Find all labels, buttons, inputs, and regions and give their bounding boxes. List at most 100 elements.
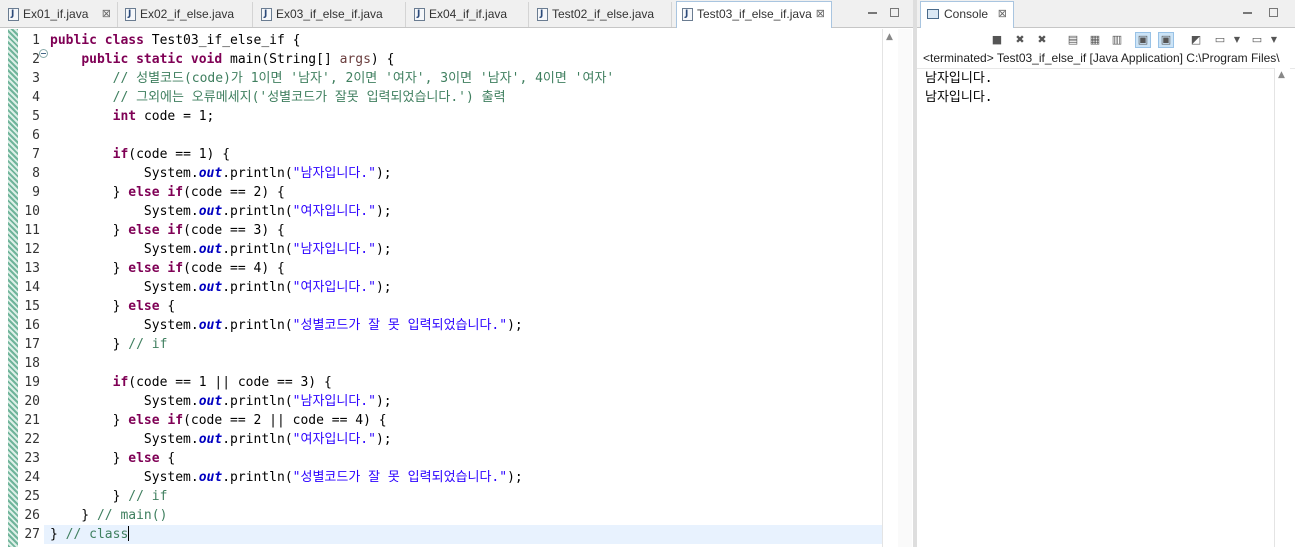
code-line[interactable]: public class Test03_if_else_if { bbox=[50, 31, 882, 50]
console-vertical-scrollbar[interactable]: ▲ bbox=[1274, 68, 1290, 547]
close-icon[interactable]: ⊠ bbox=[816, 2, 825, 27]
tab-test03-if-else-if[interactable]: Test03_if_else_if.java ⊠ bbox=[676, 1, 832, 28]
code-token: ); bbox=[375, 432, 392, 447]
code-token: System. bbox=[50, 432, 199, 447]
code-line[interactable]: } // main() bbox=[50, 506, 882, 525]
code-token: ); bbox=[375, 394, 392, 409]
code-line[interactable]: } else if(code == 2) { bbox=[50, 183, 882, 202]
tab-test02-if-else[interactable]: Test02_if_else.java bbox=[532, 2, 672, 27]
maximize-icon[interactable] bbox=[890, 8, 899, 17]
tab-ex01-if[interactable]: Ex01_if.java ⊠ bbox=[3, 2, 118, 27]
code-line[interactable]: // 그외에는 오류메세지('성별코드가 잘못 입력되었습니다.') 출력 bbox=[50, 88, 882, 107]
terminate-icon[interactable]: ■ bbox=[990, 33, 1004, 47]
line-number: 21 bbox=[24, 413, 40, 428]
code-token: // 그외에는 오류메세지('성별코드가 잘못 입력되었습니다.') 출력 bbox=[112, 90, 506, 105]
console-icon bbox=[927, 9, 939, 19]
code-token: // class bbox=[65, 527, 129, 542]
word-wrap-icon[interactable]: ▥ bbox=[1110, 33, 1124, 47]
code-line[interactable]: System.out.println("성별코드가 잘 못 입력되었습니다.")… bbox=[50, 316, 882, 335]
code-token: out bbox=[198, 280, 223, 295]
code-line[interactable]: // 성별코드(code)가 1이면 '남자', 2이면 '여자', 3이면 '… bbox=[50, 69, 882, 88]
minimize-icon[interactable] bbox=[1243, 12, 1252, 14]
remove-launch-icon[interactable]: ✖ bbox=[1013, 33, 1027, 47]
code-line[interactable]: } else if(code == 4) { bbox=[50, 259, 882, 278]
annotation-ruler bbox=[8, 29, 18, 547]
line-number: 8 bbox=[32, 166, 40, 181]
close-icon[interactable]: ⊠ bbox=[102, 2, 111, 27]
console-tab-bar: Console ⊠ bbox=[917, 0, 1295, 28]
code-line[interactable]: public static void main(String[] args) { bbox=[50, 50, 882, 69]
open-console-icon[interactable]: ▭ bbox=[1250, 33, 1264, 47]
code-token: // if bbox=[128, 489, 168, 504]
display-console-icon[interactable]: ▭ bbox=[1213, 33, 1227, 47]
tab-ex02-if-else[interactable]: Ex02_if_else.java bbox=[120, 2, 253, 27]
code-editor[interactable]: public class Test03_if_else_if { public … bbox=[44, 31, 882, 544]
code-line[interactable]: } // if bbox=[50, 335, 882, 354]
code-line[interactable]: System.out.println("남자입니다."); bbox=[50, 240, 882, 259]
code-token: out bbox=[198, 318, 223, 333]
line-number: 10 bbox=[24, 204, 40, 219]
code-token: { bbox=[167, 451, 176, 466]
pin-console-icon[interactable]: ◩ bbox=[1189, 33, 1203, 47]
scroll-lock-icon[interactable]: ▦ bbox=[1088, 33, 1102, 47]
line-number: 5 bbox=[32, 109, 40, 124]
code-line[interactable]: int code = 1; bbox=[50, 107, 882, 126]
code-line[interactable]: if(code == 1) { bbox=[50, 145, 882, 164]
code-token: System. bbox=[50, 204, 199, 219]
code-line[interactable] bbox=[50, 354, 882, 373]
code-line[interactable]: } // class bbox=[44, 525, 882, 544]
console-output[interactable]: 남자입니다. 남자입니다. bbox=[925, 69, 993, 107]
code-token: } bbox=[50, 527, 66, 542]
code-line[interactable]: } else if(code == 2 || code == 4) { bbox=[50, 411, 882, 430]
clear-console-icon[interactable]: ▤ bbox=[1066, 33, 1080, 47]
line-number: 6 bbox=[32, 128, 40, 143]
code-line[interactable]: System.out.println("여자입니다."); bbox=[50, 430, 882, 449]
code-token: (code == 3) { bbox=[183, 223, 285, 238]
show-on-error-icon[interactable]: ▣ bbox=[1158, 32, 1174, 48]
code-token: } bbox=[50, 489, 129, 504]
code-token: System. bbox=[50, 470, 199, 485]
line-number: 1 bbox=[32, 33, 40, 48]
editor-vertical-scrollbar[interactable]: ▲ bbox=[882, 29, 898, 547]
line-number: 9 bbox=[32, 185, 40, 200]
code-token: .println( bbox=[222, 204, 293, 219]
tab-label: Ex01_if.java bbox=[23, 7, 89, 21]
code-line[interactable]: } else { bbox=[50, 297, 882, 316]
scroll-up-icon[interactable]: ▲ bbox=[886, 32, 893, 42]
fold-collapse-icon[interactable] bbox=[39, 49, 48, 58]
console-toolbar: ■ ✖ ✖ ▤ ▦ ▥ ▣ ▣ ◩ ▭ ▼ ▭ ▼ bbox=[917, 29, 1295, 51]
tab-ex03-if-else-if[interactable]: Ex03_if_else_if.java bbox=[256, 2, 406, 27]
code-token: ); bbox=[375, 242, 392, 257]
code-line[interactable]: System.out.println("여자입니다."); bbox=[50, 202, 882, 221]
code-line[interactable]: } else if(code == 3) { bbox=[50, 221, 882, 240]
close-icon[interactable]: ⊠ bbox=[998, 2, 1007, 27]
code-token: .println( bbox=[222, 394, 293, 409]
code-line[interactable]: System.out.println("여자입니다."); bbox=[50, 278, 882, 297]
code-line[interactable]: System.out.println("성별코드가 잘 못 입력되었습니다.")… bbox=[50, 468, 882, 487]
code-token: if bbox=[112, 147, 129, 162]
show-on-output-icon[interactable]: ▣ bbox=[1135, 32, 1151, 48]
scroll-up-icon[interactable]: ▲ bbox=[1278, 70, 1285, 80]
code-line[interactable]: System.out.println("남자입니다."); bbox=[50, 392, 882, 411]
tab-console[interactable]: Console ⊠ bbox=[920, 1, 1014, 28]
maximize-icon[interactable] bbox=[1269, 8, 1278, 17]
code-line[interactable] bbox=[50, 126, 882, 145]
display-console-dropdown-icon[interactable]: ▼ bbox=[1230, 33, 1244, 47]
line-number: 4 bbox=[32, 90, 40, 105]
tab-ex04-if-if[interactable]: Ex04_if_if.java bbox=[409, 2, 529, 27]
open-console-dropdown-icon[interactable]: ▼ bbox=[1267, 33, 1281, 47]
code-line[interactable]: System.out.println("남자입니다."); bbox=[50, 164, 882, 183]
tab-label: Ex03_if_else_if.java bbox=[276, 7, 383, 21]
code-token: .println( bbox=[222, 280, 293, 295]
code-line[interactable]: } else { bbox=[50, 449, 882, 468]
line-number: 19 bbox=[24, 375, 40, 390]
code-token: ); bbox=[375, 204, 392, 219]
minimize-icon[interactable] bbox=[868, 12, 877, 14]
remove-all-icon[interactable]: ✖ bbox=[1035, 33, 1049, 47]
tab-label: Console bbox=[944, 7, 989, 21]
code-line[interactable]: } // if bbox=[50, 487, 882, 506]
code-line[interactable]: if(code == 1 || code == 3) { bbox=[50, 373, 882, 392]
tab-label: Ex02_if_else.java bbox=[140, 7, 235, 21]
